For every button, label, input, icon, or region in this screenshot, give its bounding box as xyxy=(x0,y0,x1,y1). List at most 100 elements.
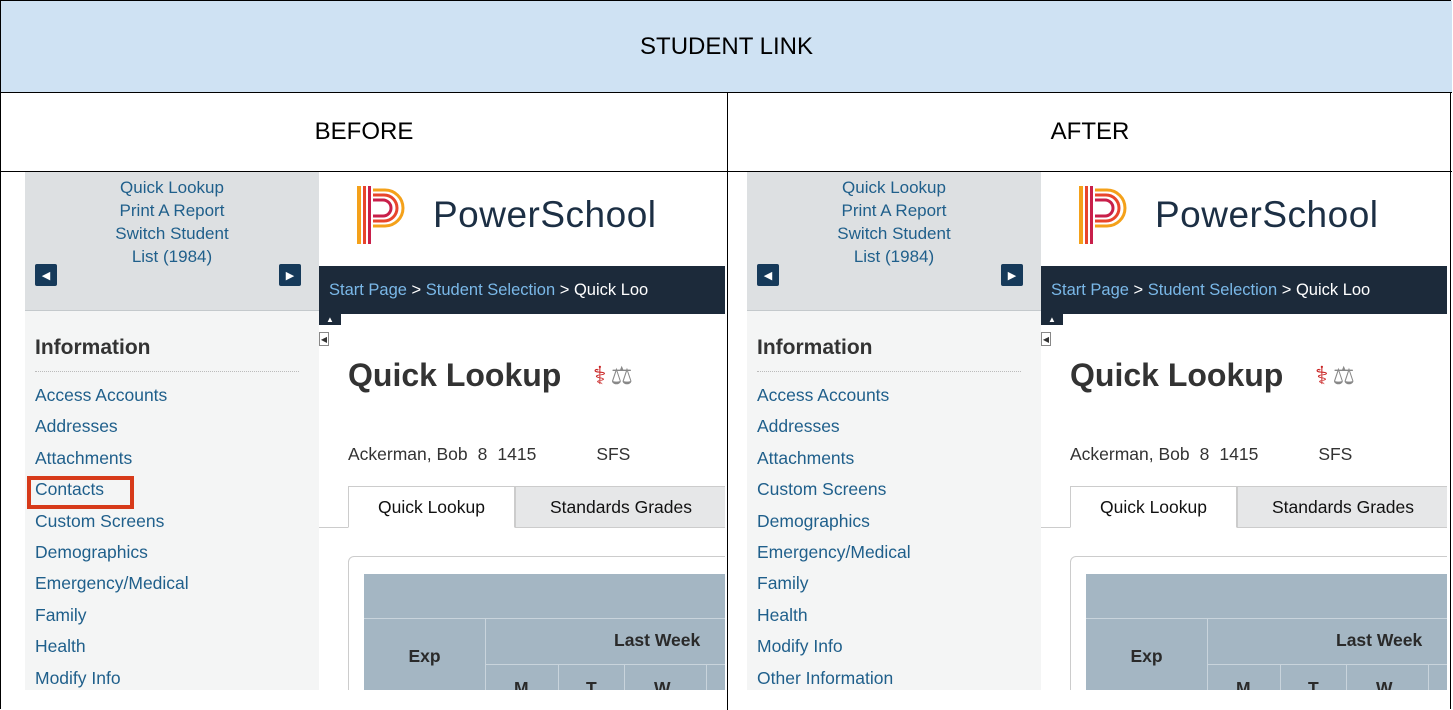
sidebar-item-addresses[interactable]: Addresses xyxy=(35,415,189,446)
sidebar-item-attachments[interactable]: Attachments xyxy=(35,447,189,478)
exp-column-header: Exp xyxy=(1130,646,1163,666)
collapse-header-button[interactable]: ▲ xyxy=(319,314,341,325)
after-screenshot: Quick Lookup Print A Report Switch Stude… xyxy=(747,172,1447,690)
breadcrumb-student-selection[interactable]: Student Selection xyxy=(1148,281,1277,299)
sidebar-item-other-information[interactable]: Other Information xyxy=(757,667,911,690)
medical-alert-icon[interactable]: ⚕ xyxy=(1315,362,1329,390)
attendance-table: Exp Last Week M T W xyxy=(1086,574,1447,690)
exp-column-header: Exp xyxy=(408,646,441,666)
day-header-w: W xyxy=(1376,678,1393,690)
switch-student-link[interactable]: Switch Student xyxy=(787,222,1001,245)
breadcrumb-start-page[interactable]: Start Page xyxy=(1051,281,1129,299)
student-name: Ackerman, Bob xyxy=(348,444,468,464)
attendance-table: Exp Last Week M T W xyxy=(364,574,725,690)
triangle-right-icon: ▶ xyxy=(285,269,295,282)
sidebar-item-emergency-medical[interactable]: Emergency/Medical xyxy=(35,572,189,603)
collapse-sidebar-button[interactable]: ◀ xyxy=(319,332,329,346)
breadcrumb: Start Page > Student Selection > Quick L… xyxy=(319,266,725,314)
sidebar-item-custom-screens[interactable]: Custom Screens xyxy=(35,510,189,541)
main-content: PowerSchool Start Page > Student Selecti… xyxy=(319,172,725,690)
table-gridline xyxy=(1280,664,1281,690)
tab-quick-lookup[interactable]: Quick Lookup xyxy=(1070,486,1237,528)
sidebar-item-custom-screens[interactable]: Custom Screens xyxy=(757,478,911,509)
contacts-highlight-box xyxy=(27,476,134,509)
collapse-header-button[interactable]: ▲ xyxy=(1041,314,1063,325)
breadcrumb-start-page[interactable]: Start Page xyxy=(329,281,407,299)
page-title: Quick Lookup xyxy=(348,357,562,393)
alert-icons: ⚕ ⚖ xyxy=(593,361,633,391)
table-gridline xyxy=(1428,664,1429,690)
day-header-t: T xyxy=(1308,678,1319,690)
information-menu: Access Accounts Addresses Attachments Co… xyxy=(35,384,189,690)
student-list-link[interactable]: List (1984) xyxy=(65,245,279,268)
breadcrumb-separator: > xyxy=(1277,281,1296,299)
tab-standards-grades[interactable]: Standards Grades xyxy=(1237,486,1447,528)
quick-lookup-link[interactable]: Quick Lookup xyxy=(65,176,279,199)
print-report-link[interactable]: Print A Report xyxy=(787,199,1001,222)
student-list-link[interactable]: List (1984) xyxy=(787,245,1001,268)
table-header-row xyxy=(1086,574,1447,619)
sidebar-item-access-accounts[interactable]: Access Accounts xyxy=(757,384,911,415)
day-header-m: M xyxy=(514,678,529,690)
tab-standards-grades[interactable]: Standards Grades xyxy=(515,486,725,528)
comparison-table: STUDENT LINK BEFORE AFTER Quick Lookup P… xyxy=(0,0,1452,710)
day-header-t: T xyxy=(586,678,597,690)
brand-name: PowerSchool xyxy=(1155,194,1379,235)
after-column-header: AFTER xyxy=(728,93,1452,172)
quick-lookup-link[interactable]: Quick Lookup xyxy=(787,176,1001,199)
sidebar-item-family[interactable]: Family xyxy=(35,604,189,635)
sidebar-item-health[interactable]: Health xyxy=(35,635,189,666)
breadcrumb-student-selection[interactable]: Student Selection xyxy=(426,281,555,299)
sidebar-item-addresses[interactable]: Addresses xyxy=(757,415,911,446)
sidebar-item-modify-info[interactable]: Modify Info xyxy=(35,667,189,690)
table-gridline xyxy=(624,664,625,690)
breadcrumb-current: Quick Loo xyxy=(1295,281,1371,299)
sidebar-item-family[interactable]: Family xyxy=(757,572,911,603)
table-gridline xyxy=(1346,664,1347,690)
table-header-row xyxy=(364,574,725,619)
sidebar-item-demographics[interactable]: Demographics xyxy=(35,541,189,572)
sidebar-item-access-accounts[interactable]: Access Accounts xyxy=(35,384,189,415)
breadcrumb-separator: > xyxy=(555,281,574,299)
student-info: Ackerman, Bob 8 1415 SFS xyxy=(348,444,630,465)
sidebar: Quick Lookup Print A Report Switch Stude… xyxy=(25,172,319,690)
tab-quick-lookup[interactable]: Quick Lookup xyxy=(348,486,515,528)
table-gridline xyxy=(485,618,486,690)
switch-student-link[interactable]: Switch Student xyxy=(65,222,279,245)
legal-alert-icon[interactable]: ⚖ xyxy=(611,362,633,390)
attendance-card: Exp Last Week M T W xyxy=(1070,556,1447,690)
sidebar-item-emergency-medical[interactable]: Emergency/Medical xyxy=(757,541,911,572)
previous-student-button[interactable]: ◀ xyxy=(757,264,779,286)
next-student-button[interactable]: ▶ xyxy=(279,264,301,286)
sidebar-item-health[interactable]: Health xyxy=(757,604,911,635)
table-gridline xyxy=(1207,618,1208,690)
attendance-card: Exp Last Week M T W xyxy=(348,556,725,690)
medical-alert-icon[interactable]: ⚕ xyxy=(593,362,607,390)
table-gridline xyxy=(558,664,559,690)
collapse-sidebar-button[interactable]: ◀ xyxy=(1041,332,1051,346)
student-school: SFS xyxy=(1318,444,1353,464)
information-heading: Information xyxy=(35,336,151,359)
print-report-link[interactable]: Print A Report xyxy=(65,199,279,222)
triangle-left-icon: ◀ xyxy=(41,269,51,282)
legal-alert-icon[interactable]: ⚖ xyxy=(1333,362,1355,390)
next-student-button[interactable]: ▶ xyxy=(1001,264,1023,286)
sidebar-item-demographics[interactable]: Demographics xyxy=(757,510,911,541)
student-info: Ackerman, Bob 8 1415 SFS xyxy=(1070,444,1352,465)
breadcrumb-separator: > xyxy=(406,281,426,299)
information-menu: Access Accounts Addresses Attachments Cu… xyxy=(757,384,911,690)
sidebar-item-attachments[interactable]: Attachments xyxy=(757,447,911,478)
sidebar: Quick Lookup Print A Report Switch Stude… xyxy=(747,172,1041,690)
page-title: Quick Lookup xyxy=(1070,357,1284,393)
divider xyxy=(35,371,299,372)
student-nav-box: Quick Lookup Print A Report Switch Stude… xyxy=(747,172,1041,311)
table-gridline xyxy=(706,664,707,690)
student-grade: 8 xyxy=(1199,444,1210,464)
student-nav-links: Quick Lookup Print A Report Switch Stude… xyxy=(65,176,279,268)
student-id: 1415 xyxy=(1219,444,1259,464)
information-heading: Information xyxy=(757,336,873,359)
table-header: STUDENT LINK xyxy=(1,1,1452,93)
sidebar-item-modify-info[interactable]: Modify Info xyxy=(757,635,911,666)
previous-student-button[interactable]: ◀ xyxy=(35,264,57,286)
day-header-m: M xyxy=(1236,678,1251,690)
